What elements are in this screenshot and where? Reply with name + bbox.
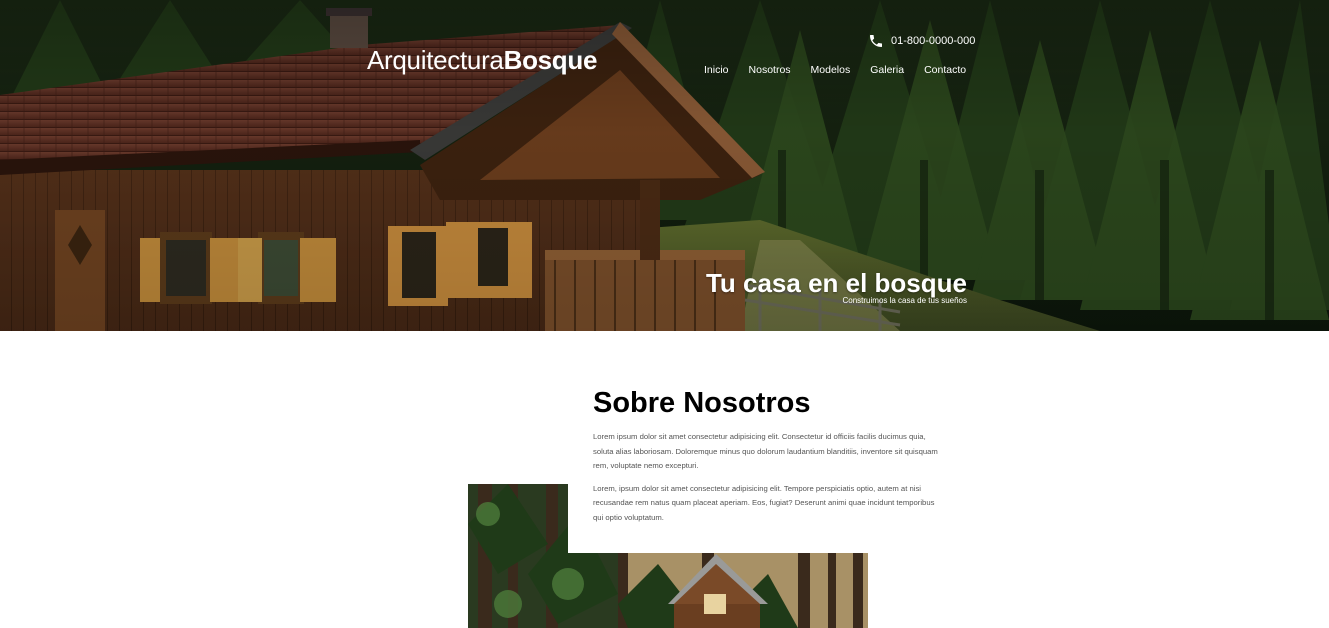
about-paragraph-1: Lorem ipsum dolor sit amet consectetur a… bbox=[593, 432, 938, 470]
about-paragraph-2: Lorem, ipsum dolor sit amet consectetur … bbox=[593, 483, 935, 522]
nav-item-modelos[interactable]: Modelos bbox=[811, 64, 851, 76]
hero-subtitle: Construimos la casa de tus sueños bbox=[842, 296, 967, 305]
about-title: Sobre Nosotros bbox=[593, 387, 811, 419]
nav-item-galeria[interactable]: Galeria bbox=[870, 64, 904, 76]
about-section: Sobre Nosotros Lorem ipsum dolor sit ame… bbox=[593, 384, 943, 533]
brand-name-bold: Bosque bbox=[503, 45, 598, 75]
hero-section: ArquitecturaBosque 01-800-0000-000 Inici… bbox=[0, 0, 1329, 331]
phone-contact[interactable]: 01-800-0000-000 bbox=[868, 33, 975, 49]
phone-icon bbox=[870, 35, 882, 47]
main-nav: Inicio Nosotros Modelos Galeria Contacto bbox=[704, 64, 966, 76]
brand-logo[interactable]: ArquitecturaBosque bbox=[367, 44, 597, 76]
nav-item-contacto[interactable]: Contacto bbox=[924, 64, 966, 76]
hero-title: Tu casa en el bosque bbox=[705, 268, 967, 298]
brand-name-regular: Arquitectura bbox=[367, 45, 504, 75]
nav-item-inicio[interactable]: Inicio bbox=[704, 64, 729, 76]
nav-item-nosotros[interactable]: Nosotros bbox=[749, 64, 791, 76]
hero-overlay bbox=[0, 0, 1329, 331]
phone-number: 01-800-0000-000 bbox=[891, 35, 976, 47]
